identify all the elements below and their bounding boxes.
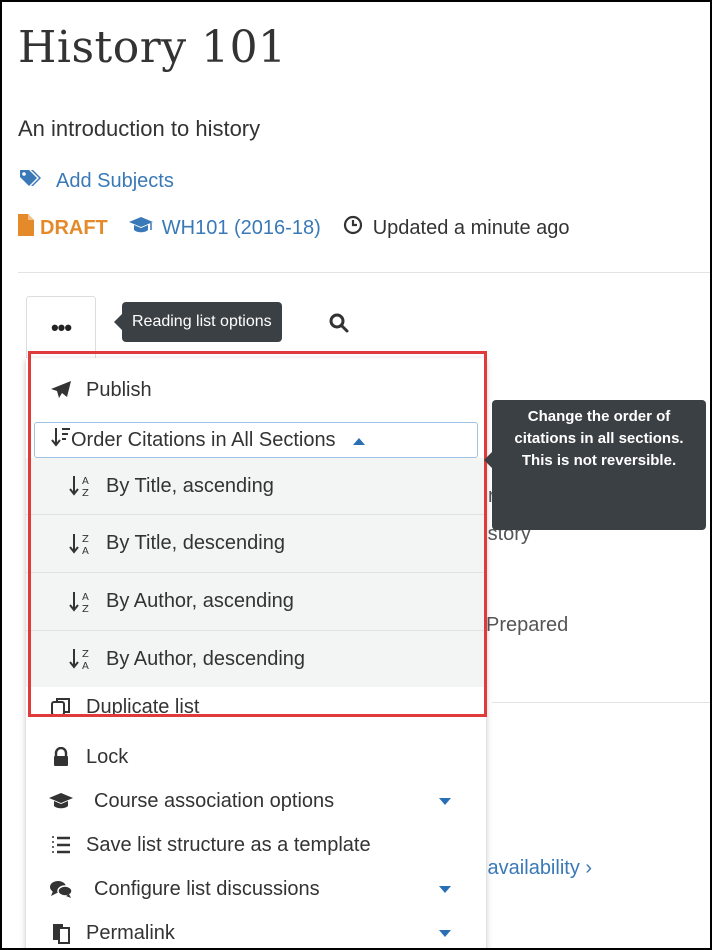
sort-option-label: By Title, descending [106,532,285,554]
menu-item-lock[interactable]: Lock [26,740,486,774]
svg-text:A: A [82,661,89,672]
clock-icon [343,215,363,241]
paper-plane-icon [48,380,74,400]
list-meta: DRAFT WH101 (2016-18) Updated a minute a… [18,214,570,242]
svg-text:Z: Z [82,604,89,615]
updated-timestamp: Updated a minute ago [372,216,570,239]
discussion-icon [48,879,74,899]
search-icon[interactable] [328,312,350,339]
svg-text:A: A [82,476,89,487]
svg-text:Z: Z [82,488,89,499]
svg-text:A: A [82,546,89,557]
content-divider [492,702,710,703]
page-title: History 101 [18,22,287,73]
header-divider [18,272,710,273]
lock-icon [48,747,74,767]
status-badge: DRAFT [40,216,108,239]
sort-option-label: By Title, ascending [106,474,274,497]
page-subtitle: An introduction to history [18,116,261,141]
sort-option-title-asc[interactable]: AZ By Title, ascending [26,458,486,514]
sort-icon [51,426,71,454]
svg-text:Z: Z [82,649,89,660]
svg-text:Z: Z [82,534,89,545]
check-availability-link[interactable]: k availability › [472,857,592,880]
menu-item-discussions[interactable]: Configure list discussions [26,872,486,906]
menu-item-label: Lock [86,745,129,768]
menu-item-label: Course association options [94,789,335,812]
menu-item-label: Order Citations in All Sections [71,428,336,451]
more-options-button[interactable]: ••• [26,296,96,359]
caret-up-icon [352,429,366,452]
add-subjects-label: Add Subjects [56,169,174,192]
sort-option-label: By Author, ascending [106,590,294,612]
reading-list-options-tooltip: Reading list options [114,302,282,342]
menu-item-label: Configure list discussions [94,877,320,900]
graduation-cap-icon [128,215,154,241]
add-subjects-link[interactable]: Add Subjects [18,168,174,194]
tags-icon [18,168,44,194]
menu-item-label: Duplicate list [86,695,200,718]
sort-alpha-desc-icon: ZA [68,531,94,557]
menu-item-label: Permalink [86,921,175,944]
menu-item-save-template[interactable]: Save list structure as a template [26,828,486,862]
sort-option-author-desc[interactable]: ZA By Author, descending [26,631,486,687]
sort-option-title-desc[interactable]: ZA By Title, descending [26,515,486,572]
sort-option-author-asc[interactable]: AZ By Author, ascending [26,573,486,630]
draft-file-icon [18,214,34,242]
menu-item-label: Publish [86,378,152,401]
reading-list-options-menu: Publish Order Citations in All Sections … [26,358,486,948]
permalink-icon [48,922,74,944]
sort-alpha-asc-icon: AZ [68,589,94,615]
graduation-cap-icon [48,791,74,811]
sort-alpha-desc-icon: ZA [68,646,94,672]
menu-item-order-all-sections[interactable]: Order Citations in All Sections [34,422,478,458]
app-frame: History 101 An introduction to history A… [0,0,712,950]
menu-item-permalink[interactable]: Permalink [26,916,486,948]
caret-down-icon [438,878,452,901]
sort-alpha-asc-icon: AZ [68,473,94,499]
menu-item-course-association[interactable]: Course association options [26,784,486,818]
course-link[interactable]: WH101 (2016-18) [162,217,321,240]
duplicate-icon [48,697,74,717]
list-template-icon [48,835,74,855]
sort-option-label: By Author, descending [106,647,306,670]
svg-text:A: A [82,592,89,603]
order-citations-tooltip: Change the order of citations in all sec… [484,400,706,530]
caret-down-icon [438,790,452,813]
menu-item-publish[interactable]: Publish [26,372,486,408]
menu-item-duplicate[interactable]: Duplicate list [26,692,486,722]
menu-item-label: Save list structure as a template [86,833,371,856]
bg-fragment-prepared: Prepared [486,614,569,636]
caret-down-icon [438,922,452,945]
